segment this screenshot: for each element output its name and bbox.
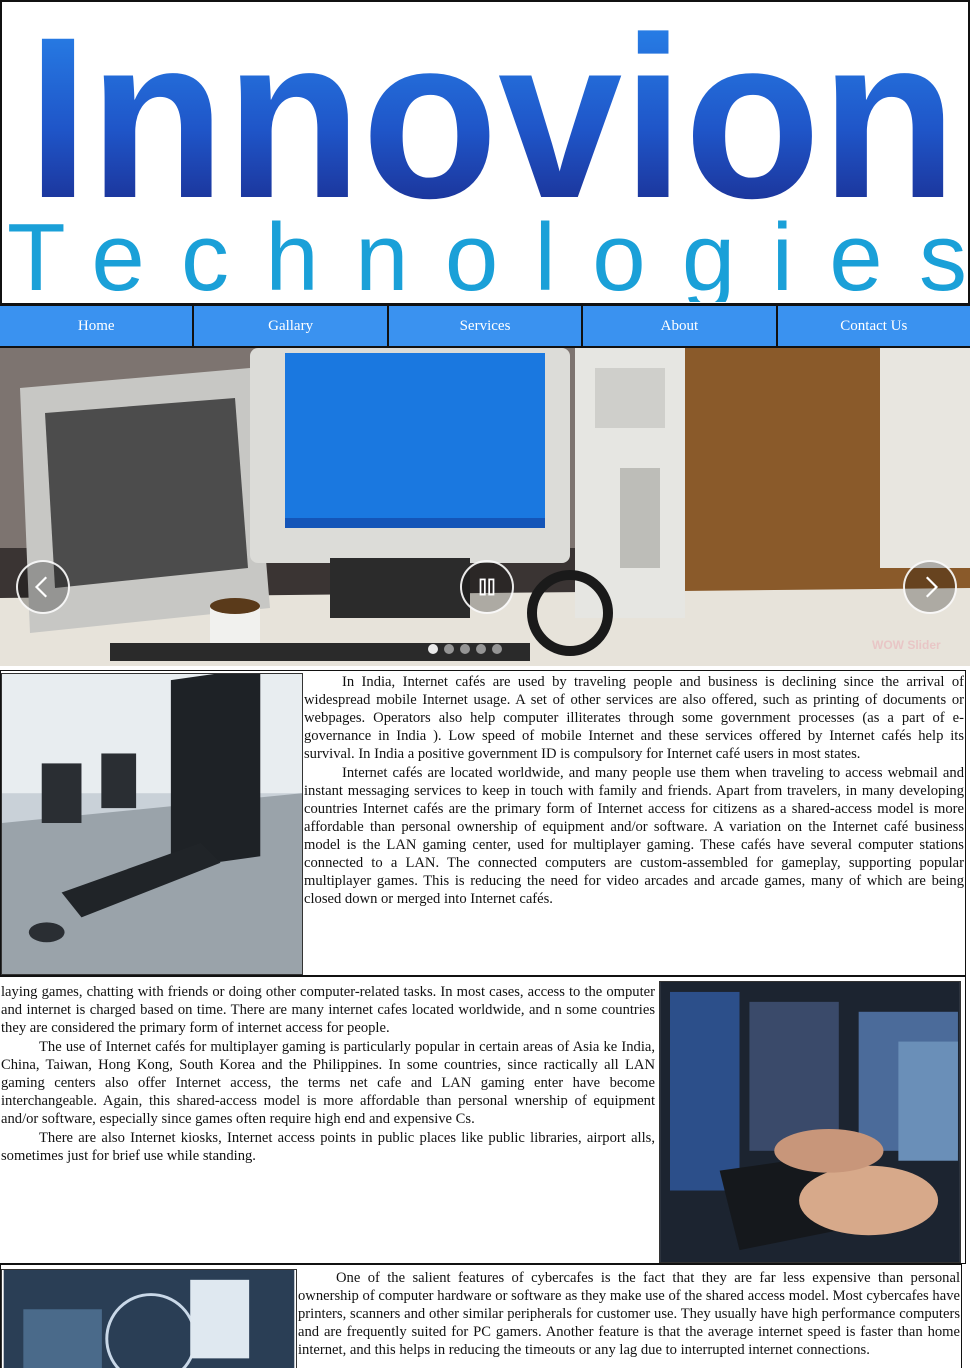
main-nav: Home Gallary Services About Contact Us xyxy=(0,304,971,348)
slider-next-button[interactable] xyxy=(903,560,957,614)
slider-prev-button[interactable] xyxy=(16,560,70,614)
nav-services[interactable]: Services xyxy=(388,306,582,346)
section-1-text: In India, Internet cafés are used by tra… xyxy=(304,673,964,909)
paragraph: There are also Internet kiosks, Internet… xyxy=(1,1130,655,1164)
site-header: Innovion Technologies xyxy=(0,0,970,305)
brand-line1: Innovion xyxy=(27,12,957,212)
slide-image-computers xyxy=(0,348,970,666)
image-slider: WOW Slider xyxy=(0,348,970,666)
brand-logo-wordmark: Innovion xyxy=(27,12,957,212)
pause-icon xyxy=(479,578,495,596)
slider-dot[interactable] xyxy=(492,644,502,654)
paragraph: One of the salient features of cybercafe… xyxy=(298,1270,960,1358)
paragraph: The use of Internet cafés for multiplaye… xyxy=(1,1039,655,1127)
slider-dot[interactable] xyxy=(476,644,486,654)
slider-watermark: WOW Slider xyxy=(872,638,941,652)
slider-dot[interactable] xyxy=(444,644,454,654)
section-3-text: One of the salient features of cybercafe… xyxy=(298,1269,960,1360)
slider-dots xyxy=(428,644,502,654)
brand-logo-subtitle: Technologies xyxy=(7,212,967,302)
nav-contact-us[interactable]: Contact Us xyxy=(777,306,971,346)
section-2-text: laying games, chatting with friends or d… xyxy=(1,983,655,1166)
gamers-image xyxy=(659,981,961,1263)
paragraph: Internet cafés are located worldwide, an… xyxy=(304,765,964,907)
brand-line2: Technologies xyxy=(7,212,967,302)
nav-about[interactable]: About xyxy=(583,306,776,346)
nav-gallery[interactable]: Gallary xyxy=(194,306,387,346)
computer-lab-image xyxy=(1,673,303,975)
paragraph: laying games, chatting with friends or d… xyxy=(1,984,655,1036)
content-section-3: One of the salient features of cybercafe… xyxy=(0,1264,962,1368)
slider-pause-button[interactable] xyxy=(460,560,514,614)
chevron-left-icon xyxy=(34,576,48,598)
cybercafe-image xyxy=(1,1269,297,1368)
slider-dot[interactable] xyxy=(460,644,470,654)
paragraph: In India, Internet cafés are used by tra… xyxy=(304,674,964,762)
content-section-1: In India, Internet cafés are used by tra… xyxy=(0,670,966,976)
slider-dot[interactable] xyxy=(428,644,438,654)
chevron-right-icon xyxy=(925,576,939,598)
content-section-2: laying games, chatting with friends or d… xyxy=(0,976,966,1264)
nav-home[interactable]: Home xyxy=(0,306,193,346)
